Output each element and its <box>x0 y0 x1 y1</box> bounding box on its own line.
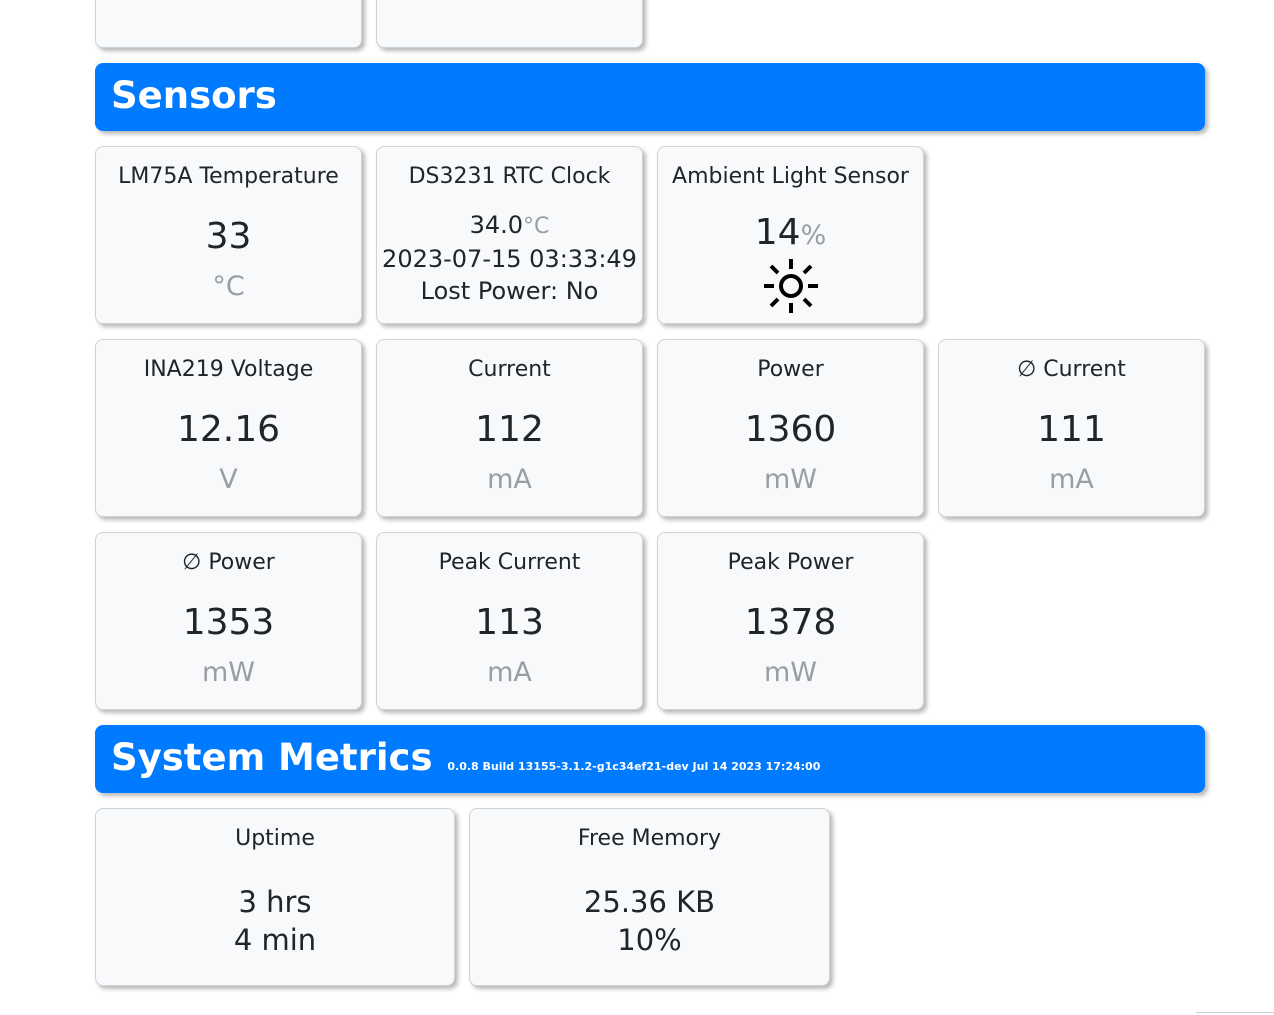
system-metrics-header: System Metrics 0.0.8 Build 13155-3.1.2-g… <box>95 725 1205 793</box>
top-partial-card-2 <box>376 0 643 48</box>
ambient-value: 14 <box>754 212 801 253</box>
free-memory-card: Free Memory 25.36 KB 10% <box>469 808 830 986</box>
card-title: ∅ Power <box>182 550 275 575</box>
card-title: Current <box>468 357 551 382</box>
card-unit: mA <box>1049 464 1094 495</box>
system-metrics-title: System Metrics 0.0.8 Build 13155-3.1.2-g… <box>111 735 820 790</box>
free-memory-size: 25.36 KB <box>583 885 716 919</box>
peak-power-card: Peak Power 1378 mW <box>657 532 924 710</box>
sensors-title: Sensors <box>111 74 277 117</box>
card-value: 33 <box>205 216 252 257</box>
card-title: Power <box>757 357 824 382</box>
card-title: Peak Power <box>727 550 854 575</box>
card-title: INA219 Voltage <box>143 357 314 382</box>
rtc-temp-unit: °C <box>523 214 550 239</box>
power-card: Power 1360 mW <box>657 339 924 517</box>
sensors-header: Sensors <box>95 63 1205 131</box>
card-value: 1360 <box>744 409 837 450</box>
ambient-unit: % <box>800 220 827 251</box>
card-title: Uptime <box>235 826 315 851</box>
card-title: LM75A Temperature <box>118 164 339 189</box>
card-title: Peak Current <box>438 550 581 575</box>
card-unit: mA <box>487 464 532 495</box>
free-memory-percent: 10% <box>617 923 682 957</box>
card-unit: mW <box>202 657 255 688</box>
peak-current-card: Peak Current 113 mA <box>376 532 643 710</box>
card-title: Free Memory <box>577 826 722 851</box>
sun-icon <box>764 259 818 313</box>
top-partial-card-1 <box>95 0 362 48</box>
card-title: DS3231 RTC Clock <box>408 164 611 189</box>
card-value: 111 <box>1037 409 1106 450</box>
lm75a-temperature-card: LM75A Temperature 33 °C <box>95 146 362 324</box>
card-value: 1353 <box>182 602 275 643</box>
divider <box>1196 1012 1274 1013</box>
card-unit: °C <box>212 271 245 302</box>
rtc-temperature: 34.0°C <box>377 209 642 243</box>
card-unit: mW <box>764 657 817 688</box>
ina219-voltage-card: INA219 Voltage 12.16 V <box>95 339 362 517</box>
card-title: Ambient Light Sensor <box>672 164 909 189</box>
uptime-hours: 3 hrs <box>238 885 312 919</box>
rtc-lost-power: Lost Power: No <box>420 277 599 305</box>
rtc-datetime: 2023-07-15 03:33:49 <box>382 245 637 273</box>
card-unit: mW <box>764 464 817 495</box>
card-value: 12.16 <box>176 409 281 450</box>
average-power-card: ∅ Power 1353 mW <box>95 532 362 710</box>
build-info: 0.0.8 Build 13155-3.1.2-g1c34ef21-dev Ju… <box>447 760 821 773</box>
uptime-card: Uptime 3 hrs 4 min <box>95 808 455 986</box>
card-value: 112 <box>475 409 544 450</box>
current-card: Current 112 mA <box>376 339 643 517</box>
uptime-minutes: 4 min <box>233 923 317 957</box>
average-current-card: ∅ Current 111 mA <box>938 339 1205 517</box>
card-value: 1378 <box>744 602 837 643</box>
rtc-temp-value: 34.0 <box>469 211 524 239</box>
card-title: ∅ Current <box>1017 357 1126 382</box>
ambient-light-sensor-card: Ambient Light Sensor 14% <box>657 146 924 324</box>
card-unit: V <box>219 464 238 495</box>
card-unit: mA <box>487 657 532 688</box>
ds3231-rtc-clock-card: DS3231 RTC Clock 34.0°C 2023-07-15 03:33… <box>376 146 643 324</box>
card-value: 113 <box>475 602 544 643</box>
system-metrics-label: System Metrics <box>111 736 433 779</box>
